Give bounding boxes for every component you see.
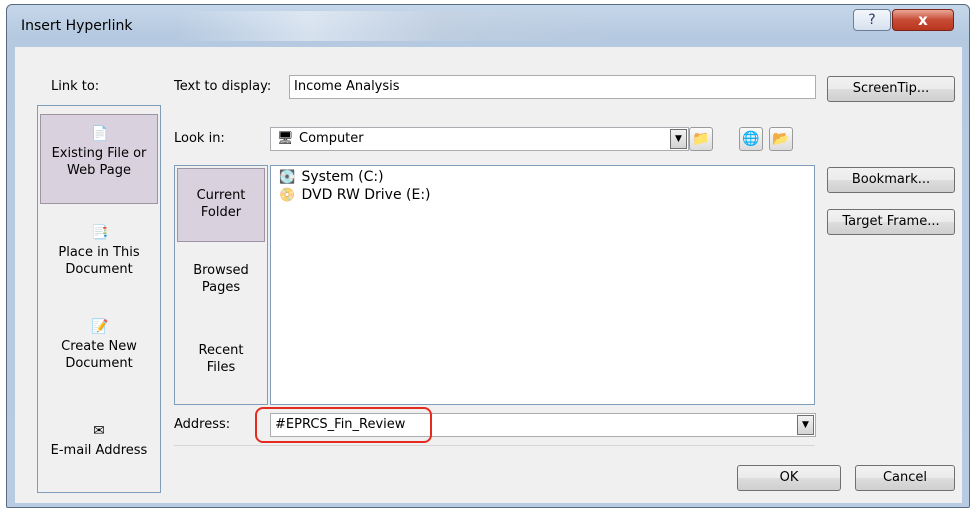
nav-item-label: Browsed <box>193 263 249 278</box>
chevron-down-icon[interactable]: ▼ <box>670 129 687 149</box>
computer-icon: 🖥 <box>277 131 294 146</box>
file-icon: 📄 <box>91 126 109 142</box>
address-label: Address: <box>174 417 231 432</box>
nav-recent-files[interactable]: Recent Files <box>177 342 265 376</box>
address-highlight-annotation <box>255 407 432 443</box>
list-item[interactable]: 💽 System (C:) <box>279 168 384 186</box>
close-button[interactable]: x <box>892 9 954 31</box>
cancel-button[interactable]: Cancel <box>855 465 955 491</box>
file-name: DVD RW Drive (E:) <box>301 187 431 203</box>
nav-item-label: Recent <box>198 343 244 358</box>
link-to-item-label: E-mail Address <box>50 443 148 458</box>
ok-button[interactable]: OK <box>737 465 841 491</box>
look-in-label: Look in: <box>174 131 225 146</box>
nav-item-label: Files <box>206 360 236 375</box>
text-to-display-input[interactable]: Income Analysis <box>289 75 816 99</box>
file-list: 💽 System (C:) 📀 DVD RW Drive (E:) <box>270 165 815 405</box>
up-folder-icon[interactable]: 📁 <box>689 127 713 151</box>
file-name: System (C:) <box>301 169 384 185</box>
nav-current-folder[interactable]: Current Folder <box>177 168 265 242</box>
link-to-item-label: Document <box>65 356 133 371</box>
dialog-title: Insert Hyperlink <box>21 18 133 34</box>
dialog-body: Link to: 📄 Existing File or Web Page 📑 P… <box>15 47 962 503</box>
target-frame-button[interactable]: Target Frame... <box>827 209 955 235</box>
document-icon: 📑 <box>91 225 109 241</box>
link-to-create-new-document[interactable]: 📝 Create New Document <box>39 318 159 372</box>
list-item[interactable]: 📀 DVD RW Drive (E:) <box>279 186 431 204</box>
nav-item-label: Pages <box>201 280 241 295</box>
link-to-item-label: Document <box>65 262 133 277</box>
separator <box>174 445 815 446</box>
nav-item-label: Current <box>196 188 246 203</box>
new-document-icon: 📝 <box>91 319 109 335</box>
link-to-label: Link to: <box>51 79 100 94</box>
link-to-item-label: Existing File or <box>51 146 147 161</box>
look-in-value: Computer <box>299 131 364 146</box>
insert-hyperlink-dialog: Insert Hyperlink ? x Link to: 📄 Existing… <box>6 4 970 508</box>
screentip-button[interactable]: ScreenTip... <box>827 76 955 102</box>
link-to-item-label: Web Page <box>67 163 131 178</box>
link-to-existing-file[interactable]: 📄 Existing File or Web Page <box>40 114 158 204</box>
link-to-place-in-document[interactable]: 📑 Place in This Document <box>39 224 159 278</box>
browse-web-icon[interactable]: 🌐 <box>739 127 763 151</box>
link-to-panel: 📄 Existing File or Web Page 📑 Place in T… <box>37 105 161 493</box>
nav-browsed-pages[interactable]: Browsed Pages <box>177 262 265 296</box>
browse-file-icon[interactable]: 📂 <box>769 127 793 151</box>
hard-drive-icon: 💽 <box>279 170 296 185</box>
chevron-down-icon[interactable]: ▼ <box>797 415 814 435</box>
email-icon: ✉ <box>93 423 105 439</box>
nav-item-label: Folder <box>200 205 242 220</box>
help-button[interactable]: ? <box>853 9 891 31</box>
title-bar[interactable]: Insert Hyperlink ? x <box>7 5 969 47</box>
browse-nav-panel: Current Folder Browsed Pages Recent File… <box>174 165 268 405</box>
title-glass <box>177 11 617 41</box>
text-to-display-label: Text to display: <box>174 79 272 94</box>
link-to-item-label: Place in This <box>58 245 140 260</box>
dvd-drive-icon: 📀 <box>279 188 296 203</box>
link-to-item-label: Create New <box>61 339 137 354</box>
link-to-email-address[interactable]: ✉ E-mail Address <box>39 422 159 459</box>
look-in-dropdown[interactable]: 🖥 Computer ▼ <box>270 127 689 151</box>
bookmark-button[interactable]: Bookmark... <box>827 167 955 193</box>
